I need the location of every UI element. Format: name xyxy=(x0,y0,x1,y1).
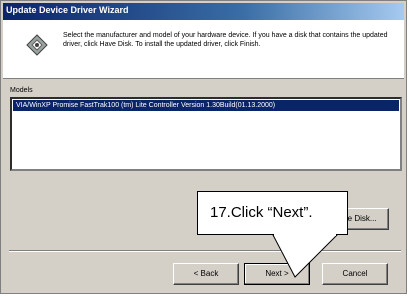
wizard-hardware-icon xyxy=(26,34,48,56)
window-title: Update Device Driver Wizard xyxy=(6,5,129,15)
separator xyxy=(9,250,401,252)
callout-text: 17.Click “Next”. xyxy=(210,204,313,221)
instruction-callout: 17.Click “Next”. xyxy=(197,191,348,235)
list-item[interactable]: VIA/WinXP Promise FastTrak100 (tm) Lite … xyxy=(13,100,399,111)
wizard-description: Select the manufacturer and model of you… xyxy=(63,32,388,48)
title-bar: Update Device Driver Wizard xyxy=(3,3,404,20)
models-list[interactable]: VIA/WinXP Promise FastTrak100 (tm) Lite … xyxy=(10,97,402,171)
wizard-header: Select the manufacturer and model of you… xyxy=(3,20,404,79)
back-button[interactable]: < Back xyxy=(173,263,239,285)
callout-pointer xyxy=(272,234,339,278)
models-label: Models xyxy=(10,87,33,94)
wizard-window: Update Device Driver Wizard Select the m… xyxy=(0,0,407,294)
